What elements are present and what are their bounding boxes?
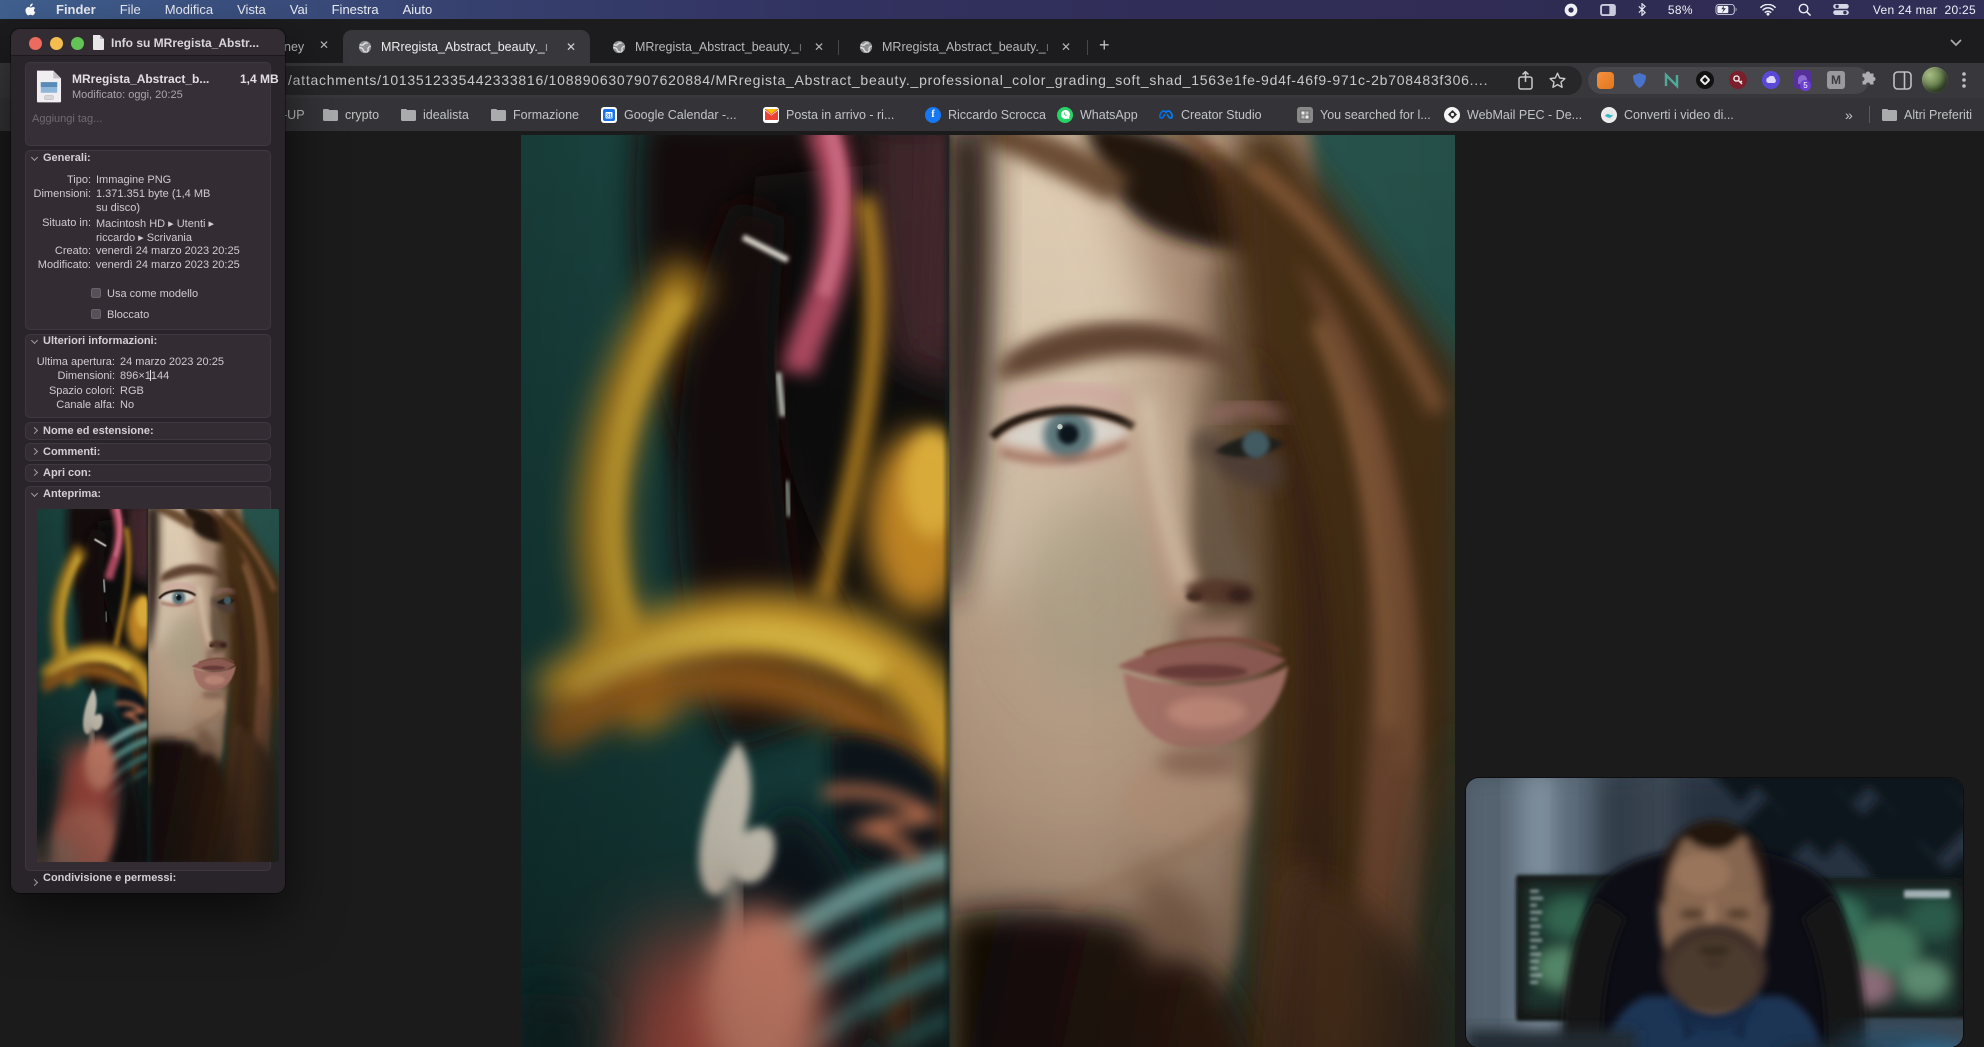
svg-text:31: 31 (606, 113, 612, 119)
